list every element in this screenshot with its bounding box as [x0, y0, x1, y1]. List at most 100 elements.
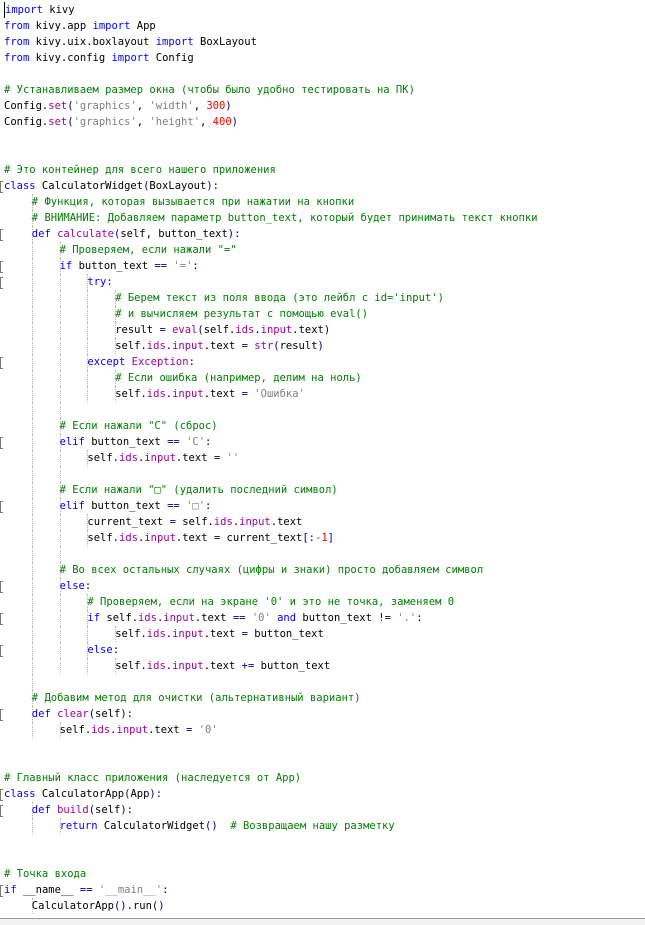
indent-guide — [59, 530, 61, 546]
code-line[interactable]: self.ids.input.text = current_text[:-1] — [0, 530, 645, 546]
code-line[interactable] — [0, 466, 645, 482]
code-line[interactable]: def calculate(self, button_text): — [0, 226, 645, 242]
code-line[interactable]: current_text = self.ids.input.text — [0, 514, 645, 530]
code-line[interactable]: result = eval(self.ids.input.text) — [0, 322, 645, 338]
code-token: 300 — [206, 100, 226, 112]
fold-marker-icon[interactable] — [0, 885, 3, 897]
code-line[interactable]: Config.set('graphics', 'width', 300) — [0, 98, 645, 114]
fold-marker-icon[interactable] — [0, 645, 3, 657]
code-line[interactable] — [0, 546, 645, 562]
code-token: button_text — [247, 628, 324, 640]
code-line[interactable]: CalculatorApp().run() — [0, 898, 645, 914]
code-text: self.ids.input.text = '0' — [60, 722, 218, 738]
code-token: __name__ — [16, 884, 80, 896]
code-line[interactable]: from kivy.app import App — [0, 18, 645, 34]
code-token: button_text — [296, 612, 379, 624]
code-line[interactable]: # Устанавливаем размер окна (чтобы было … — [0, 82, 645, 98]
code-line[interactable] — [0, 754, 645, 770]
code-token: self — [95, 804, 121, 816]
code-token: # Берем текст из поля ввода (это лейбл с… — [115, 292, 444, 304]
code-text: self.ids.input.text = str(result) — [115, 338, 324, 354]
code-token: ids — [119, 452, 138, 464]
code-line[interactable]: def build(self): — [0, 802, 645, 818]
code-line[interactable]: # Это контейнер для всего нашего приложе… — [0, 162, 645, 178]
code-line[interactable]: if __name__ == '__main__': — [0, 882, 645, 898]
code-line[interactable]: elif button_text == '□': — [0, 498, 645, 514]
code-line[interactable]: self.ids.input.text = '0' — [0, 722, 645, 738]
code-line[interactable] — [0, 146, 645, 162]
fold-marker-icon[interactable] — [0, 181, 3, 193]
code-line[interactable]: try: — [0, 274, 645, 290]
code-line[interactable] — [0, 738, 645, 754]
code-line[interactable]: # Берем текст из поля ввода (это лейбл с… — [0, 290, 645, 306]
fold-marker-icon[interactable] — [0, 581, 3, 593]
indent-guide — [31, 370, 33, 386]
fold-marker-icon[interactable] — [0, 709, 3, 721]
code-line[interactable]: elif button_text == 'C': — [0, 434, 645, 450]
code-line[interactable]: # Главный класс приложения (наследуется … — [0, 770, 645, 786]
code-line[interactable]: self.ids.input.text = 'Ошибка' — [0, 386, 645, 402]
code-editor[interactable]: import kivy from kivy.app import App from … — [0, 0, 645, 924]
code-token: .text — [203, 660, 242, 672]
fold-marker-icon[interactable] — [0, 357, 3, 369]
code-line[interactable]: # Если нажали "C" (сброс) — [0, 418, 645, 434]
code-line[interactable]: class CalculatorWidget(BoxLayout): — [0, 178, 645, 194]
fold-marker-icon[interactable] — [0, 277, 3, 289]
code-line[interactable]: if self.ids.input.text == '0' and button… — [0, 610, 645, 626]
code-line[interactable] — [0, 130, 645, 146]
fold-marker-icon[interactable] — [0, 437, 3, 449]
code-line[interactable]: # Проверяем, если на экране '0' и это не… — [0, 594, 645, 610]
code-line[interactable]: self.ids.input.text += button_text — [0, 658, 645, 674]
fold-marker-icon[interactable] — [0, 789, 3, 801]
code-token: def — [31, 228, 51, 240]
code-line[interactable]: return CalculatorWidget() # Возвращаем н… — [0, 818, 645, 834]
code-token: button_text — [84, 436, 168, 448]
code-line[interactable] — [0, 850, 645, 866]
indent-guide — [59, 306, 61, 322]
code-line[interactable]: # Если нажали "□" (удалить последний сим… — [0, 482, 645, 498]
code-token: CalculatorWidget — [97, 820, 205, 832]
code-token: if — [87, 612, 101, 624]
code-line[interactable]: # Точка входа — [0, 866, 645, 882]
code-line[interactable]: # ВНИМАНИЕ: Добавляем параметр button_te… — [0, 210, 645, 226]
code-line[interactable]: # Если ошибка (например, делим на ноль) — [0, 370, 645, 386]
code-line[interactable]: # Добавим метод для очистки (альтернатив… — [0, 690, 645, 706]
code-line[interactable]: from kivy.uix.boxlayout import BoxLayout — [0, 34, 645, 50]
code-token: result — [279, 340, 318, 352]
code-line[interactable]: import kivy — [0, 2, 645, 18]
code-line[interactable]: Config.set('graphics', 'height', 400) — [0, 114, 645, 130]
code-token: ids — [91, 724, 111, 736]
code-line[interactable]: # Функция, которая вызывается при нажати… — [0, 194, 645, 210]
fold-marker-icon[interactable] — [0, 805, 3, 817]
code-line[interactable]: self.ids.input.text = str(result) — [0, 338, 645, 354]
fold-marker-icon[interactable] — [0, 229, 3, 241]
code-line[interactable] — [0, 402, 645, 418]
code-line[interactable] — [0, 674, 645, 690]
code-line[interactable]: # Проверяем, если нажали "=" — [0, 242, 645, 258]
code-line[interactable]: self.ids.input.text = '' — [0, 450, 645, 466]
code-line[interactable]: class CalculatorApp(App): — [0, 786, 645, 802]
code-line[interactable]: def clear(self): — [0, 706, 645, 722]
fold-marker-icon[interactable] — [0, 501, 3, 513]
code-line[interactable]: if button_text == '=': — [0, 258, 645, 274]
code-token: from — [4, 52, 30, 64]
code-token: ) — [225, 100, 232, 112]
code-line[interactable]: # Во всех остальных случаях (цифры и зна… — [0, 562, 645, 578]
code-line[interactable] — [0, 834, 645, 850]
code-line[interactable]: from kivy.config import Config — [0, 50, 645, 66]
code-token: input — [144, 532, 176, 544]
code-line[interactable]: else: — [0, 642, 645, 658]
code-text: # ВНИМАНИЕ: Добавляем параметр button_te… — [32, 210, 538, 226]
code-line[interactable]: self.ids.input.text = button_text — [0, 626, 645, 642]
code-line[interactable]: # и вычисляем результат с помощью eval() — [0, 306, 645, 322]
indent-guide — [31, 818, 33, 834]
indent-guide — [59, 546, 61, 562]
code-line[interactable] — [0, 66, 645, 82]
code-text: def build(self): — [32, 802, 133, 818]
fold-marker-icon[interactable] — [0, 613, 3, 625]
fold-marker-icon[interactable] — [0, 261, 3, 273]
code-token: , — [193, 100, 207, 112]
code-text: # и вычисляем результат с помощью eval() — [115, 306, 368, 322]
code-line[interactable]: else: — [0, 578, 645, 594]
code-line[interactable]: except Exception: — [0, 354, 645, 370]
